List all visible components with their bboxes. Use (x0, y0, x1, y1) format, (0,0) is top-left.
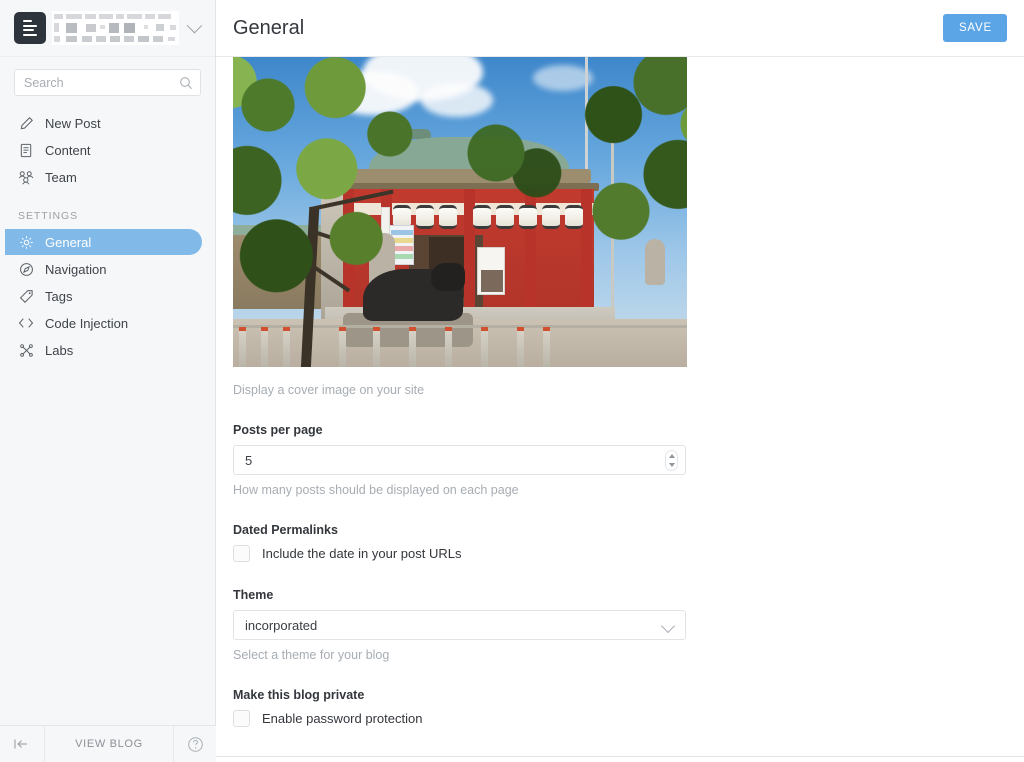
settings-form: Display a cover image on your site Posts… (216, 57, 1024, 762)
save-button[interactable]: SAVE (942, 14, 1007, 42)
posts-per-page-input[interactable] (234, 446, 685, 474)
page-title: General (233, 16, 305, 39)
sidebar-item-labs[interactable]: Labs (5, 337, 202, 363)
tree-right (561, 57, 687, 271)
labs-molecule-icon (17, 342, 35, 358)
sidebar-item-tags[interactable]: Tags (5, 283, 202, 309)
ghost-admin-logo-icon[interactable] (14, 12, 46, 44)
people-icon (17, 169, 35, 185)
dated-permalinks-field: Dated Permalinks Include the date in you… (233, 523, 703, 562)
sidebar-item-label: Code Injection (45, 315, 129, 331)
tree-middle (448, 109, 568, 219)
theme-select[interactable]: incorporated (233, 610, 686, 640)
sidebar-nav: New Post Content Team SETTINGS General N… (0, 110, 215, 363)
stepper-up-icon[interactable] (668, 453, 675, 458)
sidebar-footer: VIEW BLOG (0, 725, 216, 762)
posts-per-page-label: Posts per page (233, 423, 323, 437)
theme-field: Theme incorporated Select a theme for yo… (233, 588, 703, 662)
notice-board (477, 247, 505, 295)
sidebar-group-label-settings: SETTINGS (18, 210, 79, 222)
logo-lines (22, 20, 38, 36)
private-blog-checkbox-row[interactable]: Enable password protection (233, 710, 703, 727)
chevron-down-icon[interactable] (660, 618, 676, 634)
theme-label: Theme (233, 588, 274, 602)
sidebar-item-code-injection[interactable]: Code Injection (5, 310, 202, 336)
cover-image[interactable] (233, 57, 687, 367)
theme-hint: Select a theme for your blog (233, 648, 390, 662)
search-box[interactable] (14, 69, 201, 96)
chevron-down-icon[interactable] (181, 15, 207, 41)
content-bottom-divider (216, 756, 1024, 757)
sidebar-item-label: Navigation (45, 261, 107, 277)
quantity-stepper[interactable] (665, 450, 678, 471)
code-brackets-icon (17, 315, 35, 331)
sidebar-item-label: Labs (45, 342, 74, 358)
stepper-down-icon[interactable] (668, 463, 675, 468)
question-mark-circle-icon[interactable] (174, 726, 216, 762)
private-blog-label: Make this blog private (233, 688, 365, 702)
sidebar-item-content[interactable]: Content (5, 137, 202, 163)
blog-title-redacted (52, 11, 179, 45)
dated-permalinks-checkbox[interactable] (233, 545, 250, 562)
sidebar-item-label: General (45, 234, 92, 250)
cover-image-hint: Display a cover image on your site (233, 383, 425, 397)
search-icon (179, 76, 193, 95)
tree-left (233, 57, 415, 337)
ox-statue-head (431, 263, 465, 291)
sidebar-item-general[interactable]: General (5, 229, 202, 255)
view-blog-button[interactable]: VIEW BLOG (45, 726, 174, 762)
private-blog-checkbox[interactable] (233, 710, 250, 727)
sidebar: New Post Content (0, 0, 216, 762)
sidebar-blog-switcher[interactable] (0, 0, 215, 57)
sidebar-item-label: Content (45, 142, 91, 158)
sidebar-item-label: New Post (45, 115, 101, 131)
document-icon (17, 142, 35, 158)
sidebar-item-team[interactable]: Team (5, 164, 202, 190)
pencil-icon (17, 115, 35, 131)
view-blog-label: VIEW BLOG (75, 738, 143, 750)
sidebar-item-navigation[interactable]: Navigation (5, 256, 202, 282)
posts-per-page-hint: How many posts should be displayed on ea… (233, 483, 519, 497)
lantern (416, 205, 434, 229)
sidebar-item-new-post[interactable]: New Post (5, 110, 202, 136)
private-blog-field: Make this blog private Enable password p… (233, 688, 703, 727)
dated-permalinks-checkbox-label: Include the date in your post URLs (262, 546, 462, 561)
collapse-left-icon[interactable] (0, 726, 45, 762)
posts-per-page-field: Posts per page How many posts should be … (233, 423, 703, 497)
theme-select-value: incorporated (245, 617, 318, 633)
gear-icon (17, 234, 35, 250)
posts-per-page-input-wrap[interactable] (233, 445, 686, 475)
ghost-admin-window: New Post Content (0, 0, 1024, 762)
sidebar-item-label: Tags (45, 288, 73, 304)
sidebar-item-label: Team (45, 169, 77, 185)
private-blog-checkbox-label: Enable password protection (262, 711, 423, 726)
sidebar-search (0, 57, 215, 100)
dated-permalinks-checkbox-row[interactable]: Include the date in your post URLs (233, 545, 703, 562)
page-header: General SAVE (216, 0, 1024, 57)
dated-permalinks-label: Dated Permalinks (233, 523, 338, 537)
main-panel: General SAVE Display a cover image on yo… (216, 0, 1024, 762)
search-input[interactable] (15, 70, 200, 95)
tag-icon (17, 288, 35, 304)
compass-icon (17, 261, 35, 277)
